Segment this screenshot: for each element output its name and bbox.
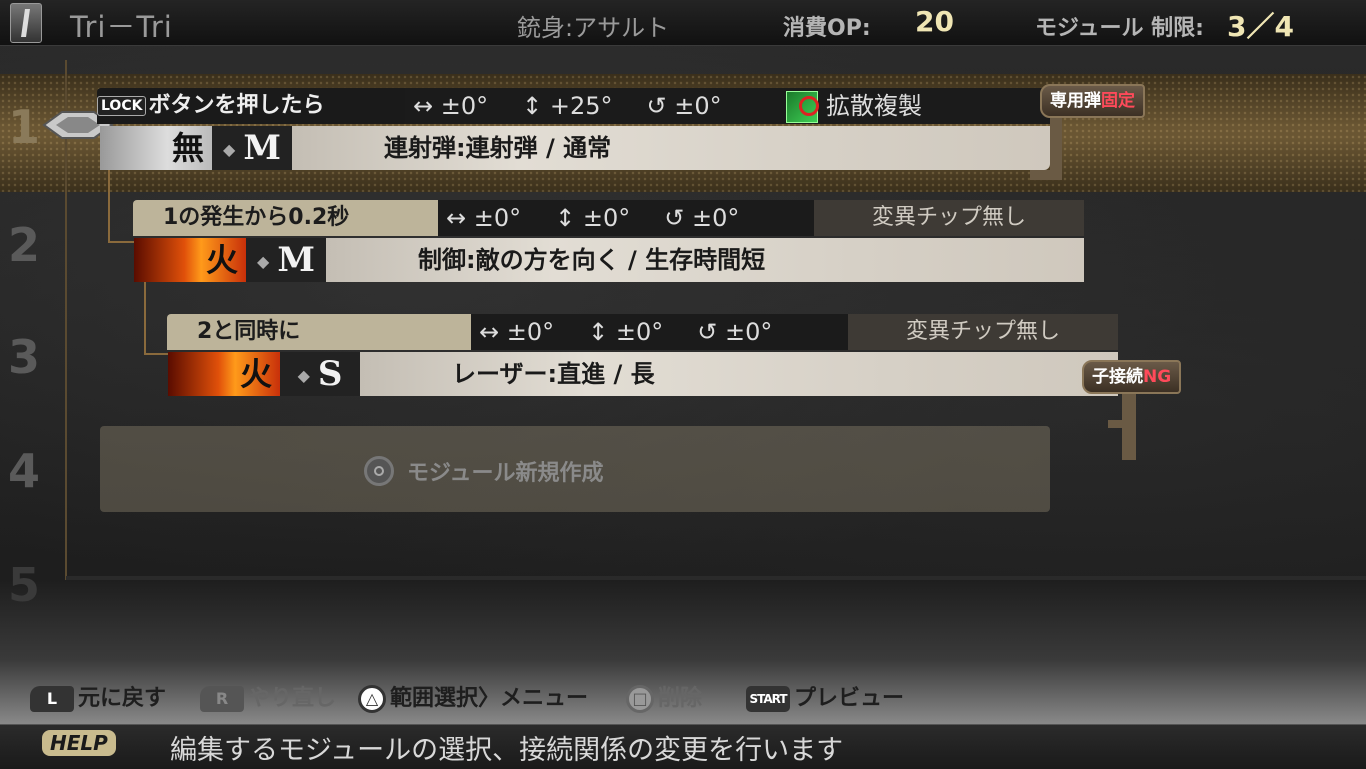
row2-bullet[interactable]: 制御:敵の方を向く / 生存時間短	[326, 238, 1084, 282]
delete-control[interactable]: □ 削除	[626, 682, 702, 716]
tag-red-label: NG	[1143, 367, 1172, 387]
range-select-label: 範囲選択〉メニュー	[390, 686, 589, 711]
row2-attribute: 火	[134, 238, 246, 282]
row1-rotation-angle: ↺ ±0°	[646, 92, 722, 120]
row2-chip[interactable]: 変異チップ無し	[814, 200, 1084, 236]
lock-key-icon: LOCK	[97, 96, 147, 116]
undo-label: 元に戻す	[78, 686, 167, 711]
row3-rotation-angle: ↺ ±0°	[697, 318, 773, 346]
new-module-label: モジュール新規作成	[407, 461, 604, 486]
barrel-type: 銃身:アサルト	[517, 14, 670, 42]
row-number-3: 3	[8, 330, 41, 384]
redo-label: やり直し	[248, 686, 337, 711]
row5-divider	[66, 576, 1366, 580]
circle-button-icon	[364, 456, 394, 486]
undo-control[interactable]: L 元に戻す	[30, 682, 166, 716]
row1-size-value: M	[243, 128, 281, 168]
row1-condition[interactable]: LOCK ボタンを押したら	[97, 88, 405, 124]
row3-connection-tag: 子接続NG	[1082, 360, 1182, 394]
row3-angle-params[interactable]: ↔ ±0° ↕ ±0° ↺ ±0°	[471, 314, 848, 350]
range-select-control[interactable]: △ 範囲選択〉メニュー	[358, 682, 588, 716]
row2-rotation-angle: ↺ ±0°	[664, 204, 740, 232]
preview-control[interactable]: START プレビュー	[746, 682, 904, 716]
diamond-icon: ◆	[257, 252, 270, 271]
redo-control[interactable]: R やり直し	[200, 682, 336, 716]
diamond-icon: ◆	[223, 140, 236, 159]
row1-attribute: 無	[100, 126, 212, 170]
row1-bullet[interactable]: 連射弾:連射弾 / 通常	[292, 126, 1050, 170]
row1-tag-bracket-foot	[1030, 170, 1062, 180]
row3-size: ◆ S	[280, 352, 360, 396]
delete-label: 削除	[658, 686, 703, 711]
connection-line-2-3	[144, 282, 146, 354]
r-button-icon: R	[200, 686, 244, 712]
row1-horizontal-angle: ↔ ±0°	[413, 92, 489, 120]
row2-horizontal-angle: ↔ ±0°	[446, 204, 522, 232]
row1-size: ◆ M	[212, 126, 292, 170]
tag-red-label: 固定	[1101, 91, 1135, 111]
connection-line-1-2-h	[108, 241, 136, 243]
connection-line-1-2	[108, 170, 110, 242]
op-cost-value: 20	[915, 5, 954, 38]
triangle-button-icon: △	[358, 685, 386, 713]
row-number-4: 4	[8, 444, 41, 498]
row3-chip[interactable]: 変異チップ無し	[848, 314, 1118, 350]
row3-size-value: S	[317, 354, 343, 394]
preview-label: プレビュー	[794, 686, 905, 711]
row3-tag-bracket-foot	[1108, 420, 1136, 428]
row-number-5: 5	[8, 558, 41, 612]
row-number-1: 1	[8, 100, 41, 154]
help-text: 編集するモジュールの選択、接続関係の変更を行います	[170, 735, 844, 766]
row2-size: ◆ M	[246, 238, 326, 282]
row1-condition-text: ボタンを押したら	[148, 93, 325, 118]
tag-label: 専用弾	[1050, 91, 1101, 111]
help-label: HELP	[42, 730, 116, 756]
bullet-type-icon	[10, 3, 42, 43]
row1-vertical-angle: ↕ +25°	[522, 92, 613, 120]
bullet-name: Tri－Tri	[70, 10, 173, 44]
row2-angle-params[interactable]: ↔ ±0° ↕ ±0° ↺ ±0°	[438, 200, 814, 236]
row2-size-value: M	[277, 240, 315, 280]
diamond-icon: ◆	[297, 366, 310, 385]
row1-special-tag: 専用弾固定	[1040, 84, 1145, 118]
row2-condition[interactable]: 1の発生から0.2秒	[133, 200, 438, 236]
module-limit-label: モジュール 制限:	[1035, 16, 1204, 41]
row1-angle-params[interactable]: ↔ ±0° ↕ +25° ↺ ±0°	[405, 88, 780, 124]
row3-condition[interactable]: 2と同時に	[167, 314, 471, 350]
row1-chip[interactable]: 拡散複製	[780, 88, 1050, 124]
module-limit-value: 3／4	[1227, 10, 1294, 43]
row3-horizontal-angle: ↔ ±0°	[479, 318, 555, 346]
row1-chip-name: 拡散複製	[826, 92, 922, 120]
row2-vertical-angle: ↕ ±0°	[555, 204, 631, 232]
l-button-icon: L	[30, 686, 74, 712]
op-cost-label: 消費OP:	[783, 16, 871, 41]
chip-icon	[786, 91, 819, 123]
row-number-2: 2	[8, 218, 41, 272]
tag-label: 子接続	[1092, 367, 1143, 387]
row3-vertical-angle: ↕ ±0°	[588, 318, 664, 346]
row3-bullet[interactable]: レーザー:直進 / 長	[360, 352, 1118, 396]
start-button-icon: START	[746, 686, 790, 712]
connection-line-2-3-h	[144, 353, 170, 355]
row3-attribute: 火	[168, 352, 280, 396]
square-button-icon: □	[626, 685, 654, 713]
